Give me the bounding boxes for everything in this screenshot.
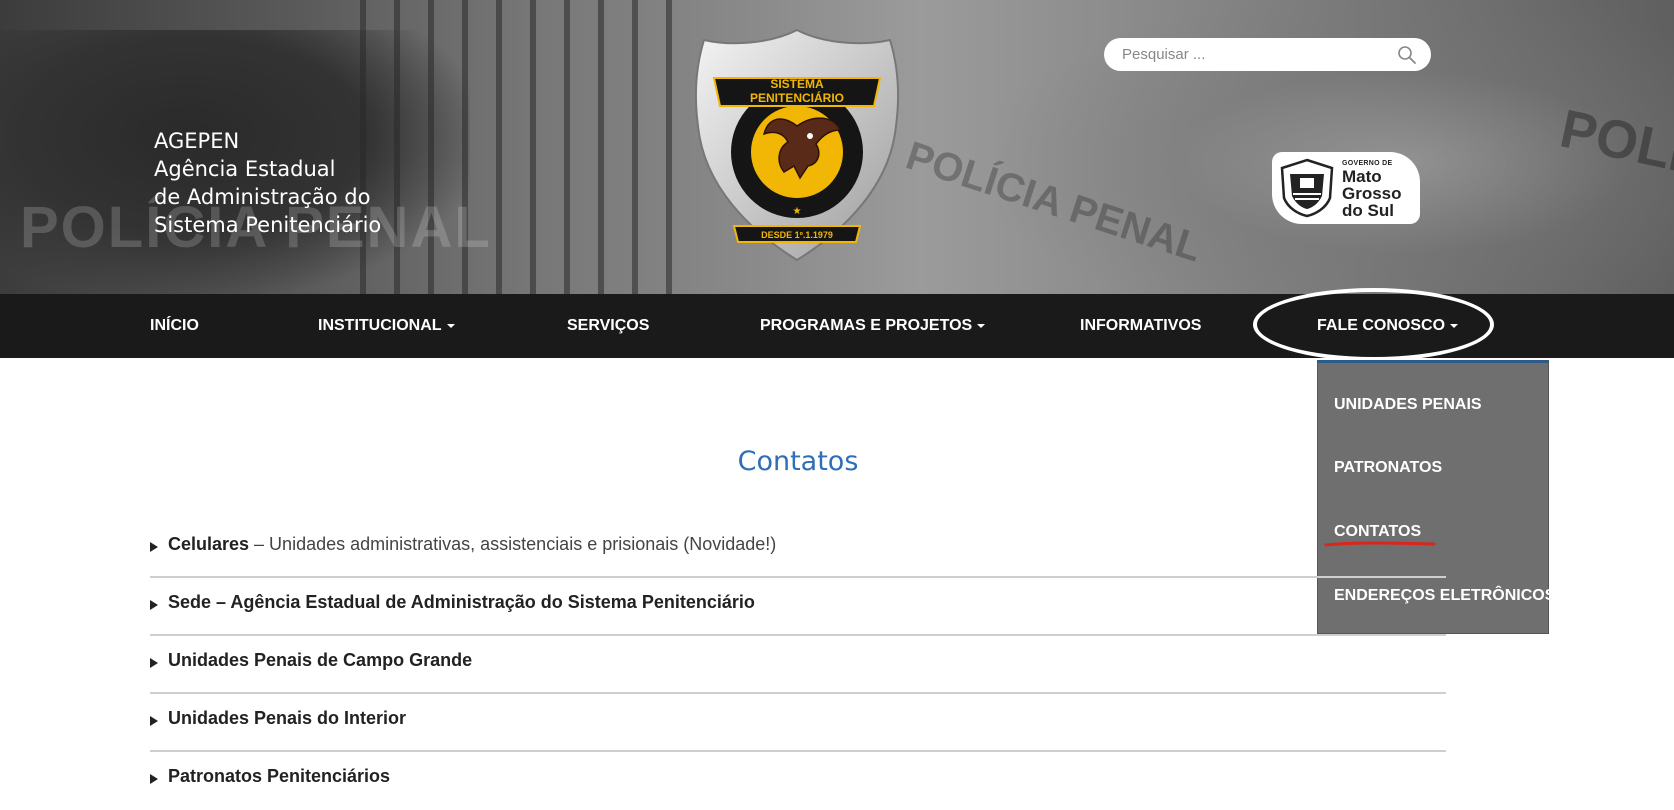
search-box[interactable] xyxy=(1104,38,1431,71)
nav-item-label: PROGRAMAS E PROJETOS xyxy=(760,317,973,334)
accordion-item-unidades-interior[interactable]: Unidades Penais do Interior xyxy=(150,694,1446,752)
agency-line-3: Sistema Penitenciário xyxy=(154,213,382,237)
svg-text:PENITENCIÁRIO: PENITENCIÁRIO xyxy=(750,90,844,105)
accordion-item-label: Patronatos Penitenciários xyxy=(168,766,391,786)
nav-item-label: SERVIÇOS xyxy=(567,317,650,334)
page-title: Contatos xyxy=(737,446,859,477)
nav-item-informativos[interactable]: INFORMATIVOS xyxy=(1080,294,1201,358)
agepen-badge-logo[interactable]: SISTEMA PENITENCIÁRIO DESDE 1º.1.1979 ★ xyxy=(690,26,904,264)
accordion-item-patronatos[interactable]: Patronatos Penitenciários xyxy=(150,752,1446,810)
triangle-right-icon xyxy=(150,774,158,784)
site-header: POLÍCIA PENAL POLÍCIA PENAL POLÍ AGEPEN … xyxy=(0,0,1674,294)
nav-item-inicio[interactable]: INÍCIO xyxy=(150,294,199,358)
nav-item-institucional[interactable]: INSTITUCIONAL xyxy=(318,294,455,358)
gov-logo-state-name: Mato Grosso do Sul xyxy=(1342,168,1402,219)
agency-name[interactable]: AGEPEN Agência Estadual de Administração… xyxy=(154,127,381,239)
nav-item-label: INSTITUCIONAL xyxy=(318,317,442,334)
accordion-label-desc: – Unidades administrativas, assistenciai… xyxy=(249,534,777,554)
caret-down-icon xyxy=(977,323,986,328)
government-logo[interactable]: GOVERNO DE Mato Grosso do Sul xyxy=(1272,152,1420,224)
nav-item-servicos[interactable]: SERVIÇOS xyxy=(567,294,649,358)
search-icon[interactable] xyxy=(1397,45,1417,65)
gov-logo-small-text: GOVERNO DE xyxy=(1342,160,1393,167)
agency-line-2: de Administração do xyxy=(154,185,371,209)
accordion-item-label: Sede – Agência Estadual de Administração… xyxy=(168,592,755,612)
triangle-right-icon xyxy=(150,658,158,668)
accordion-item-unidades-campo-grande[interactable]: Unidades Penais de Campo Grande xyxy=(150,636,1446,694)
accordion-item-label: Unidades Penais do Interior xyxy=(168,708,407,728)
svg-text:SISTEMA: SISTEMA xyxy=(770,77,824,91)
gov-logo-line-3: do Sul xyxy=(1342,201,1394,220)
search-input[interactable] xyxy=(1122,43,1392,66)
dropdown-item-unidades-penais[interactable]: UNIDADES PENAIS xyxy=(1334,396,1482,414)
caret-down-icon xyxy=(446,323,455,328)
nav-item-label: INÍCIO xyxy=(150,317,199,334)
triangle-right-icon xyxy=(150,542,158,552)
agency-acronym: AGEPEN xyxy=(154,129,240,153)
accordion-item-celulares[interactable]: Celulares – Unidades administrativas, as… xyxy=(150,520,1446,578)
annotation-highlight-circle xyxy=(1253,288,1494,361)
triangle-right-icon xyxy=(150,600,158,610)
gov-logo-line-2: Grosso xyxy=(1342,184,1402,203)
accordion-item-sede[interactable]: Sede – Agência Estadual de Administração… xyxy=(150,578,1446,636)
accordion-item-label: Unidades Penais de Campo Grande xyxy=(168,650,473,670)
triangle-right-icon xyxy=(150,716,158,726)
svg-text:★: ★ xyxy=(793,206,802,217)
nav-item-programas-e-projetos[interactable]: PROGRAMAS E PROJETOS xyxy=(760,294,986,358)
state-crest-icon xyxy=(1280,158,1334,218)
accordion-label-text: Celulares xyxy=(168,534,250,554)
agency-line-1: Agência Estadual xyxy=(154,157,336,181)
nav-item-label: INFORMATIVOS xyxy=(1080,317,1202,334)
accordion-item-label: Celulares – Unidades administrativas, as… xyxy=(168,534,776,555)
gov-logo-line-1: Mato xyxy=(1342,167,1382,186)
svg-text:DESDE 1º.1.1979: DESDE 1º.1.1979 xyxy=(761,230,833,240)
